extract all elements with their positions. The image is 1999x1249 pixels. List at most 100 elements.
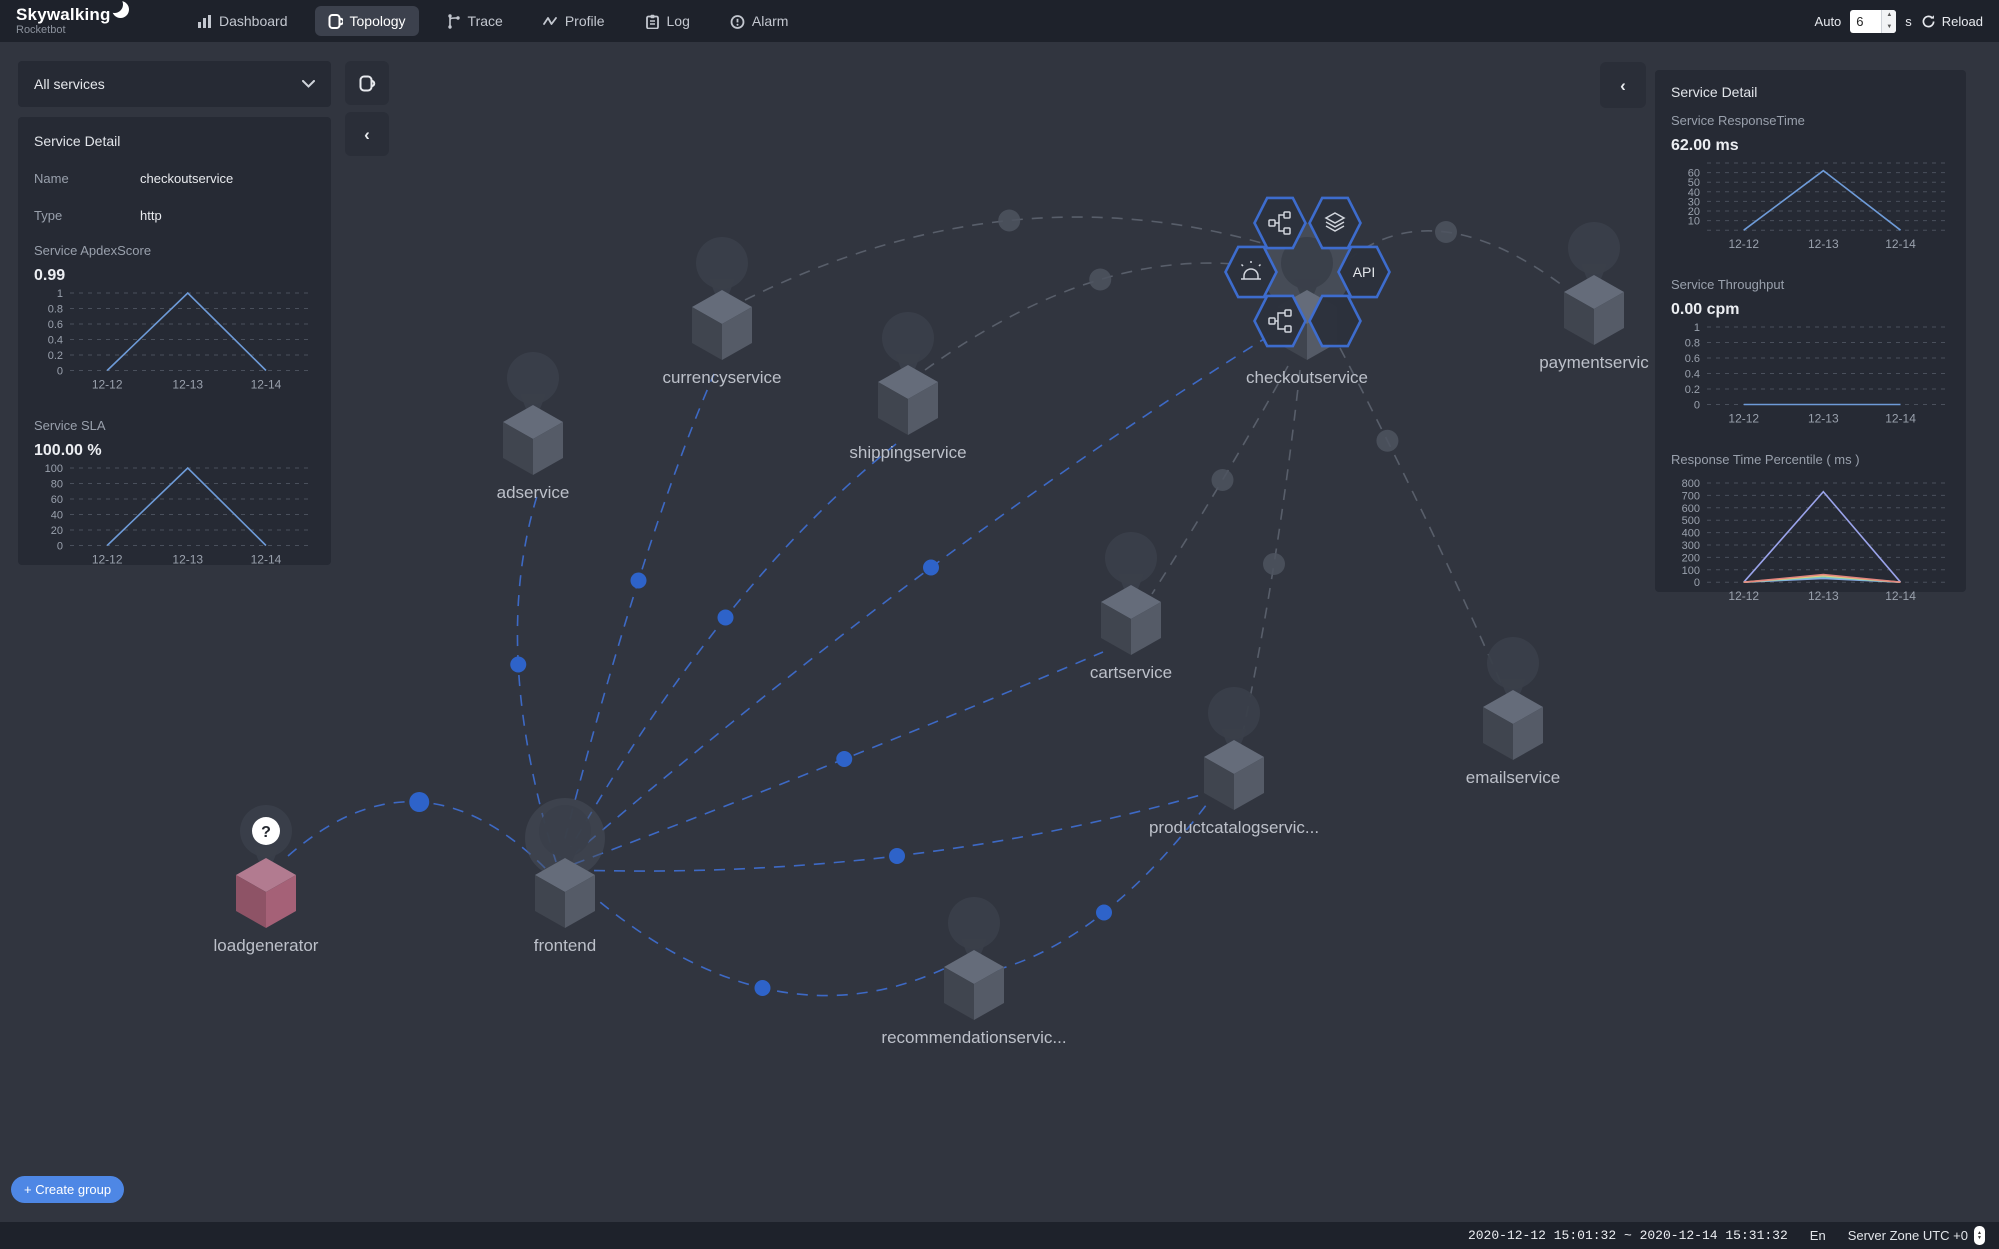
server-zone-stepper[interactable]: ▲▼ [1974, 1226, 1985, 1245]
create-group-button[interactable]: + Create group [11, 1176, 124, 1203]
chevron-down-icon [302, 80, 315, 88]
node-label: cartservice [1090, 663, 1172, 682]
svg-text:0: 0 [57, 366, 63, 378]
svg-text:12-13: 12-13 [1808, 237, 1839, 251]
topo-edge-blue[interactable] [574, 794, 1204, 871]
svg-text:12-13: 12-13 [1808, 412, 1839, 426]
edge-dot [718, 610, 734, 626]
edge-dot [1263, 553, 1285, 575]
top-navigation-bar: Skywalking Rocketbot Dashboard Topology Tr… [0, 0, 1999, 42]
topo-node-emailservice[interactable]: emailservice [1466, 637, 1560, 787]
name-value: checkoutservice [140, 171, 233, 186]
percentile-chart: 800700600500400300200100012-1212-1312-14 [1671, 479, 1950, 609]
topology-icon [328, 14, 343, 29]
question-badge: ? [261, 824, 271, 841]
auto-refresh-controls: Auto 6 ▲ ▼ s Reload [1815, 10, 1983, 33]
svg-text:100: 100 [1682, 564, 1700, 576]
auto-unit: s [1905, 14, 1912, 29]
chart-svg: 10080604020012-1212-1312-14 [34, 464, 315, 568]
step-up-icon[interactable]: ▲ [1882, 10, 1896, 22]
topo-node-adservice[interactable]: adservice [497, 352, 570, 502]
chevron-left-icon: ‹ [1620, 77, 1626, 94]
dashboard-icon [197, 14, 212, 29]
sla-chart: 10080604020012-1212-1312-14 [34, 464, 315, 573]
svg-text:12-14: 12-14 [251, 378, 282, 392]
svg-text:0.8: 0.8 [48, 304, 63, 316]
hex-menu-sitemap[interactable] [1255, 296, 1306, 346]
edge-dot [1435, 221, 1457, 243]
reload-icon [1921, 14, 1936, 29]
app-subtitle: Rocketbot [16, 24, 66, 36]
services-select-value: All services [34, 76, 105, 92]
alarm-icon [730, 14, 745, 29]
reload-button[interactable]: Reload [1921, 14, 1983, 29]
svg-text:0.2: 0.2 [1685, 384, 1700, 396]
topology-mode-icon [359, 75, 376, 92]
svg-text:12-14: 12-14 [1885, 589, 1916, 603]
edge-dot [1376, 430, 1398, 452]
edge-dot [755, 980, 771, 996]
nav-item-alarm[interactable]: Alarm [717, 6, 802, 36]
hex-menu-api[interactable]: API [1339, 247, 1390, 297]
topology-mode-button[interactable] [345, 61, 389, 105]
hex-menu-empty [1310, 296, 1361, 346]
topo-node-frontend[interactable]: frontend [525, 798, 605, 955]
throughput-heading: Service Throughput [1671, 277, 1950, 292]
auto-interval-input[interactable]: 6 ▲ ▼ [1850, 10, 1896, 33]
svg-text:80: 80 [51, 478, 63, 490]
svg-text:12-12: 12-12 [92, 378, 123, 392]
auto-label: Auto [1815, 14, 1842, 29]
response-time-value: 62.00 ms [1671, 137, 1950, 155]
hex-menu-layers[interactable] [1310, 198, 1361, 248]
topo-node-paymentservice[interactable]: paymentservic [1539, 222, 1649, 372]
topo-node-shippingservice[interactable]: shippingservice [849, 312, 966, 462]
collapse-right-panel-button[interactable]: ‹ [1600, 62, 1646, 108]
nav-item-trace[interactable]: Trace [433, 6, 516, 36]
language-toggle[interactable]: En [1810, 1228, 1826, 1243]
time-range-picker[interactable]: 2020-12-12 15:01:32 ~ 2020-12-14 15:31:3… [1468, 1228, 1788, 1243]
node-label: loadgenerator [214, 936, 319, 955]
edge-dot [889, 848, 905, 864]
hex-menu-alarm-siren[interactable] [1226, 247, 1277, 297]
svg-text:API: API [1353, 264, 1376, 280]
topo-edge-blue[interactable] [288, 802, 549, 872]
nav-item-profile[interactable]: Profile [530, 6, 618, 36]
topo-edge-gray[interactable] [1340, 348, 1504, 690]
topo-node-currencyservice[interactable]: currencyservice [662, 237, 781, 387]
topo-node-cartservice[interactable]: cartservice [1090, 532, 1172, 682]
services-select[interactable]: All services [18, 61, 331, 107]
svg-text:60: 60 [51, 494, 63, 506]
log-icon [645, 14, 660, 29]
response-time-chart: 60504030201012-1212-1312-14 [1671, 159, 1950, 257]
chart-svg: 60504030201012-1212-1312-14 [1671, 159, 1949, 252]
auto-interval-stepper: ▲ ▼ [1881, 10, 1896, 33]
step-down-icon[interactable]: ▼ [1882, 21, 1896, 33]
svg-text:12-14: 12-14 [1885, 237, 1916, 251]
nav-item-log[interactable]: Log [632, 6, 703, 36]
svg-text:400: 400 [1682, 527, 1700, 539]
collapse-left-panel-button[interactable]: ‹ [345, 112, 389, 156]
edge-dot [923, 560, 939, 576]
app-logo: Skywalking Rocketbot [16, 2, 146, 40]
node-label: checkoutservice [1246, 368, 1368, 387]
percentile-heading: Response Time Percentile ( ms ) [1671, 452, 1950, 467]
node-label: shippingservice [849, 443, 966, 462]
nav-item-topology[interactable]: Topology [315, 6, 419, 36]
nav-item-label: Log [667, 13, 690, 29]
svg-text:0.8: 0.8 [1685, 338, 1700, 350]
topo-node-recommendationservice[interactable]: recommendationservic... [881, 897, 1066, 1047]
svg-text:0: 0 [1694, 577, 1700, 589]
node-label: adservice [497, 483, 570, 502]
nav-item-dashboard[interactable]: Dashboard [184, 6, 301, 36]
svg-text:12-13: 12-13 [172, 552, 203, 566]
topo-edge-blue[interactable] [566, 444, 896, 856]
topo-edge-blue[interactable] [560, 374, 714, 858]
topo-node-productcatalogservice[interactable]: productcatalogservic... [1149, 687, 1319, 837]
auto-interval-value[interactable]: 6 [1850, 10, 1881, 33]
node-label: paymentservic [1539, 353, 1649, 372]
hex-menu-topology-branch[interactable] [1255, 198, 1306, 248]
svg-text:500: 500 [1682, 515, 1700, 527]
topo-node-loadgenerator[interactable]: ? loadgenerator [214, 805, 319, 955]
trace-icon [446, 14, 461, 29]
topo-edge-blue[interactable] [570, 876, 950, 996]
